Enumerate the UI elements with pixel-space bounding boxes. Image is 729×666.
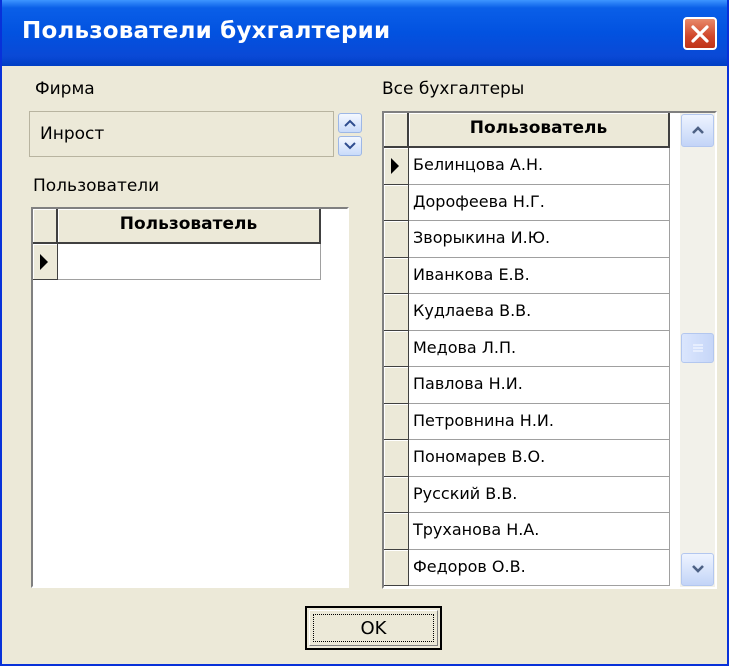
ok-button-label: OK — [360, 618, 387, 639]
row-pointer-icon — [391, 158, 399, 174]
table-row[interactable]: Дорофеева Н.Г. — [409, 184, 670, 221]
row-indicator[interactable] — [384, 403, 409, 440]
row-indicator[interactable] — [384, 148, 409, 185]
table-row[interactable]: Иванкова Е.В. — [409, 257, 670, 294]
firm-value: Инрост — [40, 124, 105, 144]
all-grid-corner — [384, 113, 409, 148]
scroll-down-icon — [692, 565, 704, 573]
all-column-header[interactable]: Пользователь — [409, 113, 670, 148]
close-icon — [691, 25, 709, 43]
grip-icon — [693, 344, 703, 352]
row-indicator[interactable] — [384, 330, 409, 367]
row-indicator[interactable] — [384, 257, 409, 294]
table-row[interactable]: Белинцова А.Н. — [409, 148, 670, 185]
dialog-window: Пользователи бухгалтерии Фирма Инрост По… — [0, 0, 729, 666]
table-row[interactable]: Павлова Н.И. — [409, 367, 670, 404]
users-grid-corner — [33, 209, 58, 244]
users-column-header[interactable]: Пользователь — [58, 209, 321, 244]
table-row[interactable]: Петровнина Н.И. — [409, 403, 670, 440]
table-row[interactable]: Русский В.В. — [409, 476, 670, 513]
row-indicator[interactable] — [384, 513, 409, 550]
row-indicator[interactable] — [384, 294, 409, 331]
table-row[interactable]: Пономарев В.О. — [409, 440, 670, 477]
table-row[interactable]: Труханова Н.А. — [409, 513, 670, 550]
row-indicator[interactable] — [33, 244, 58, 280]
row-indicator[interactable] — [384, 184, 409, 221]
ok-button[interactable]: OK — [305, 606, 442, 650]
row-pointer-icon — [40, 254, 48, 270]
table-row[interactable]: Кудлаева В.В. — [409, 294, 670, 331]
vertical-scrollbar[interactable] — [680, 113, 715, 587]
arrow-down-icon — [344, 142, 356, 150]
users-grid[interactable]: Пользователь — [31, 207, 349, 588]
close-button[interactable] — [683, 17, 717, 50]
title-bar[interactable]: Пользователи бухгалтерии — [2, 0, 727, 66]
scroll-thumb[interactable] — [681, 333, 714, 363]
row-indicator[interactable] — [384, 367, 409, 404]
table-row[interactable]: Федоров О.В. — [409, 549, 670, 586]
users-label: Пользователи — [33, 176, 160, 196]
scroll-down-button[interactable] — [681, 553, 714, 586]
scroll-up-button[interactable] — [681, 114, 714, 147]
table-row[interactable]: Медова Л.П. — [409, 330, 670, 367]
row-indicator[interactable] — [384, 440, 409, 477]
row-indicator[interactable] — [384, 221, 409, 258]
table-row[interactable] — [58, 244, 321, 280]
all-accountants-label: Все бухгалтеры — [382, 79, 525, 99]
row-indicator[interactable] — [384, 476, 409, 513]
scroll-up-icon — [692, 126, 704, 134]
all-accountants-grid[interactable]: Пользователь Белинцова А.Н. Дорофеева Н.Г… — [382, 111, 717, 589]
firm-label: Фирма — [35, 79, 95, 99]
row-indicator[interactable] — [384, 549, 409, 586]
firm-field[interactable]: Инрост — [29, 111, 334, 157]
table-row[interactable]: Зворыкина И.Ю. — [409, 221, 670, 258]
firm-next-button[interactable] — [338, 136, 362, 156]
firm-prev-button[interactable] — [338, 113, 362, 133]
arrow-up-icon — [344, 119, 356, 127]
window-title: Пользователи бухгалтерии — [22, 18, 391, 44]
